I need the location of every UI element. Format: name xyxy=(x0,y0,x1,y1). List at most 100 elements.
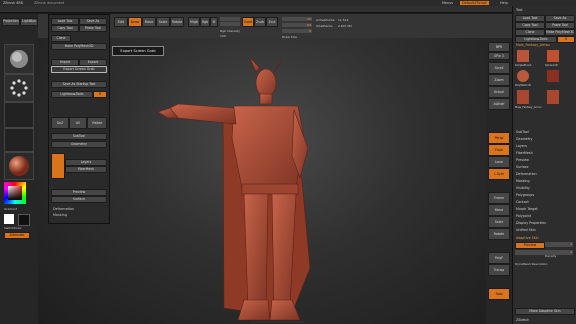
scroll-button[interactable]: Scroll xyxy=(488,62,510,74)
local-button[interactable]: Local xyxy=(488,156,510,168)
bpr-button[interactable]: BPR xyxy=(488,42,510,52)
lightbox-tools-button[interactable]: Lightbox▸Tools xyxy=(51,91,93,98)
material-thumb[interactable] xyxy=(4,152,34,180)
spix-button[interactable]: SPix 3 xyxy=(488,52,510,60)
menus-toggle[interactable]: Menus xyxy=(442,1,453,5)
export-button[interactable]: Export xyxy=(79,59,107,66)
section-zsketch[interactable]: ZSketch xyxy=(516,318,529,322)
alternate-button[interactable]: Alternate xyxy=(4,232,30,239)
subtool-section[interactable]: SubTool xyxy=(51,133,107,140)
alpha-thumb[interactable] xyxy=(4,102,34,128)
tool-thumb-main[interactable] xyxy=(517,50,529,62)
section-polygroups[interactable]: Polygroups xyxy=(516,193,534,197)
scale-button[interactable]: Scale xyxy=(156,17,170,27)
texture-thumb[interactable] xyxy=(4,128,34,152)
transp-button[interactable]: Transp xyxy=(488,264,510,276)
default-zscript[interactable]: DefaultZScript xyxy=(460,1,489,5)
section-deformation[interactable]: Deformation xyxy=(516,172,537,176)
section-visibility[interactable]: Visibility xyxy=(516,186,530,190)
section-layers[interactable]: Layers xyxy=(516,144,527,148)
draw-button[interactable]: Draw xyxy=(128,17,142,27)
save-as-button[interactable]: Save As xyxy=(79,18,107,25)
actual-button[interactable]: Actual xyxy=(488,86,510,98)
section-unified-skin[interactable]: Unified Skin xyxy=(516,228,536,232)
tool-panel-header[interactable]: Tool xyxy=(516,8,522,12)
solo-button[interactable]: Solo xyxy=(488,288,510,300)
section-geometry[interactable]: Geometry xyxy=(516,137,532,141)
rotate-view-button[interactable]: Rotate xyxy=(488,228,510,240)
visible-button[interactable]: Visible xyxy=(87,117,107,129)
fibermesh-section[interactable]: FiberMesh xyxy=(65,166,107,173)
main-color-swatch[interactable] xyxy=(4,214,14,224)
goz-button[interactable]: GoZ xyxy=(51,117,69,129)
tool-thumb-figure-b[interactable] xyxy=(547,90,559,104)
make-polymesh-button[interactable]: Make PolyMesh3D xyxy=(51,43,107,50)
paste-tool-button[interactable]: Paste Tool xyxy=(79,25,107,32)
stroke-thumb[interactable] xyxy=(4,74,34,102)
zoom-button[interactable]: Zoom xyxy=(488,74,510,86)
deformation-label[interactable]: Deformation xyxy=(53,207,74,211)
copy-tool-button[interactable]: Copy Tool xyxy=(51,25,79,32)
polymesh-thumb[interactable] xyxy=(51,153,65,179)
lsym-button[interactable]: L.Sym xyxy=(488,168,510,180)
rp-clone-button[interactable]: Clone xyxy=(515,29,545,36)
section-masking[interactable]: Masking xyxy=(516,179,530,183)
projection-master-button[interactable]: Projection Master xyxy=(2,18,20,26)
section-subtool[interactable]: SubTool xyxy=(516,130,529,134)
standard-brush-thumb[interactable] xyxy=(4,44,34,74)
rp-load-tool-button[interactable]: Load Tool xyxy=(515,15,545,22)
adaptive-preview-button[interactable]: Preview xyxy=(515,242,545,249)
zcut-button[interactable]: Zcut xyxy=(266,17,278,27)
lightbox-button[interactable]: LightBox xyxy=(20,18,38,26)
rgb-button[interactable]: Rgb xyxy=(200,17,210,27)
rp-paste-tool-button[interactable]: Paste Tool xyxy=(545,22,575,29)
polyf-button[interactable]: PolyF xyxy=(488,252,510,264)
aahalf-button[interactable]: AAHalf xyxy=(488,98,510,110)
color-picker[interactable] xyxy=(4,182,26,204)
floor-button[interactable]: Floor xyxy=(488,144,510,156)
layers-section[interactable]: Layers xyxy=(65,159,107,166)
export-screen-grab-button[interactable]: Export Screen Grab xyxy=(51,66,107,73)
rp-r-button[interactable]: R xyxy=(557,36,575,43)
section-polypaint[interactable]: Polypaint xyxy=(516,214,531,218)
tool-thumb-figure-a[interactable] xyxy=(517,90,529,104)
all-button[interactable]: All xyxy=(69,117,87,129)
color-square[interactable] xyxy=(8,186,22,200)
tool-thumb-sphere[interactable] xyxy=(517,70,529,82)
rp-save-as-button[interactable]: Save As xyxy=(545,15,575,22)
section-fibermesh[interactable]: FiberMesh xyxy=(516,151,533,155)
save-as-startup-button[interactable]: Save As Startup Tool xyxy=(51,81,107,88)
help-button[interactable]: Help xyxy=(500,1,508,5)
move-button[interactable]: Move xyxy=(142,17,156,27)
adaptive-skin-header[interactable]: Adaptive Skin xyxy=(516,236,539,240)
m-button[interactable]: M xyxy=(210,17,218,27)
density-slider[interactable]: Density 2 xyxy=(545,242,573,258)
clone-button[interactable]: Clone xyxy=(51,35,71,42)
zintensity-slider[interactable]: Z Intensity 25 xyxy=(282,17,312,33)
zadd-button[interactable]: Zadd xyxy=(242,17,254,27)
section-contact[interactable]: Contact xyxy=(516,200,529,204)
rgb-intensity-slider[interactable]: Rgb Intensity xyxy=(220,17,240,33)
preview-section[interactable]: Preview xyxy=(51,189,107,196)
scale-view-button[interactable]: Scale xyxy=(488,216,510,228)
switch-color-label[interactable]: SwitchColor xyxy=(4,226,22,230)
section-preview[interactable]: Preview xyxy=(516,158,529,162)
import-button[interactable]: Import xyxy=(51,59,79,66)
section-morph-target[interactable]: Morph Target xyxy=(516,207,538,211)
section-surface[interactable]: Surface xyxy=(516,165,529,169)
persp-button[interactable]: Persp xyxy=(488,132,510,144)
surface-section[interactable]: Surface xyxy=(51,196,107,203)
move-view-button[interactable]: Move xyxy=(488,204,510,216)
tool-thumb-simplebrush[interactable] xyxy=(547,50,559,62)
draw-size-slider[interactable]: Draw Size 64 xyxy=(282,23,312,39)
dynamesh-resolution-slider[interactable]: DynaMesh Resolution 0 xyxy=(515,250,573,266)
rp-copy-tool-button[interactable]: Copy Tool xyxy=(515,22,545,29)
mrgb-button[interactable]: Mrgb xyxy=(188,17,200,27)
tool-thumb-polymesh[interactable] xyxy=(547,70,559,82)
rotate-button[interactable]: Rotate xyxy=(170,17,184,27)
focal-shift-slider[interactable]: Focal Shift 0 xyxy=(282,29,312,45)
edit-button[interactable]: Edit xyxy=(114,17,128,27)
load-tool-button[interactable]: Load Tool xyxy=(51,18,79,25)
masking-label[interactable]: Masking xyxy=(53,213,67,217)
r-button[interactable]: R xyxy=(93,91,107,98)
